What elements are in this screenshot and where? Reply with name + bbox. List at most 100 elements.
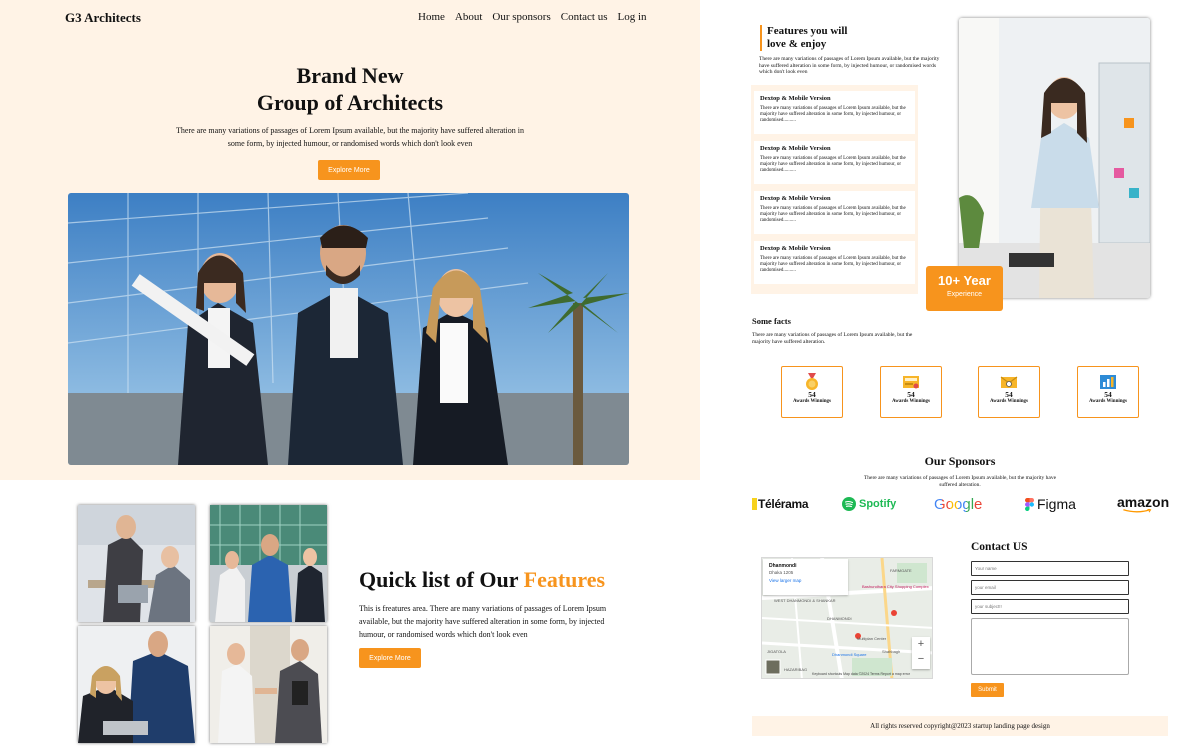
spotify-icon bbox=[842, 497, 856, 511]
feature-card: Dextop & Mobile Version There are many v… bbox=[754, 241, 915, 284]
quick-explore-button[interactable]: Explore More bbox=[359, 648, 421, 668]
award-label: Awards Winnings bbox=[990, 399, 1028, 404]
email-icon bbox=[1000, 376, 1018, 388]
feature-card-title: Dextop & Mobile Version bbox=[760, 245, 831, 252]
figma-logo-text: Figma bbox=[1037, 496, 1076, 512]
feature-card-text: There are many variations of passages of… bbox=[760, 206, 906, 223]
subject-field[interactable] bbox=[971, 599, 1129, 614]
certificate-icon bbox=[903, 376, 919, 389]
site-logo[interactable]: G3 Architects bbox=[65, 10, 141, 26]
hero-title: Brand New Group of Architects bbox=[0, 62, 700, 116]
map-label: Multiplan Center bbox=[857, 636, 887, 641]
amazon-smile-icon bbox=[1123, 509, 1152, 513]
google-logo-text: Google bbox=[934, 495, 983, 513]
facts-title: Some facts bbox=[752, 316, 791, 326]
hero-title-line1: Brand New bbox=[296, 63, 404, 88]
map-label: HAZARIBAG bbox=[784, 667, 807, 672]
telerama-logo-text: Télérama bbox=[758, 497, 809, 511]
name-field[interactable] bbox=[971, 561, 1129, 576]
submit-button[interactable]: Submit bbox=[971, 683, 1004, 697]
spotify-logo-text: Spotify bbox=[859, 498, 897, 510]
award-card: 54 Awards Winnings bbox=[978, 366, 1040, 418]
map-label: JIGATOLA bbox=[767, 649, 786, 654]
features-description: There are many variations of passages of… bbox=[759, 56, 940, 75]
zoom-in-icon[interactable]: + bbox=[912, 637, 930, 652]
nav-sponsors[interactable]: Our sponsors bbox=[492, 11, 550, 23]
map-label: WEST DHANMONDI & SHANKAR bbox=[774, 598, 836, 603]
map-label: Bashundhara City Shopping Complex bbox=[862, 584, 929, 589]
handshake-photo bbox=[210, 626, 327, 743]
map-label: Shahbagh bbox=[882, 649, 900, 654]
medal-icon bbox=[806, 373, 818, 390]
nav-login[interactable]: Log in bbox=[618, 11, 647, 23]
award-card: 54 Awards Winnings bbox=[1077, 366, 1139, 418]
nav-home[interactable]: Home bbox=[418, 11, 445, 23]
figma-icon bbox=[1025, 497, 1034, 511]
quick-list-title: Quick list of Our Features bbox=[359, 567, 605, 593]
zoom-out-icon[interactable]: − bbox=[912, 652, 930, 667]
map-attribution: Keyboard shortcuts Map data ©2024 Terms … bbox=[812, 672, 911, 676]
map-info-card: Dhanmondi Dhaka 1205 View larger map bbox=[763, 559, 848, 595]
feature-card-text: There are many variations of passages of… bbox=[760, 156, 906, 173]
contact-title: Contact US bbox=[971, 541, 1028, 553]
award-number: 54 bbox=[808, 390, 816, 399]
award-card: 54 Awards Winnings bbox=[781, 366, 843, 418]
feature-card-title: Dextop & Mobile Version bbox=[760, 195, 831, 202]
features-title-line1: Features you will bbox=[767, 25, 848, 37]
feature-card-title: Dextop & Mobile Version bbox=[760, 145, 831, 152]
feature-card-text: There are many variations of passages of… bbox=[760, 106, 906, 123]
email-field[interactable] bbox=[971, 580, 1129, 595]
hero-title-line2: Group of Architects bbox=[256, 90, 444, 115]
feature-card-title: Dextop & Mobile Version bbox=[760, 95, 831, 102]
award-number: 54 bbox=[1104, 390, 1112, 399]
message-field[interactable] bbox=[971, 618, 1129, 675]
award-label: Awards Winnings bbox=[892, 399, 930, 404]
experience-value: 10+ Year bbox=[938, 273, 991, 288]
map-address: Dhaka 1205 bbox=[769, 570, 794, 575]
feature-card-text: There are many variations of passages of… bbox=[760, 256, 906, 273]
nav-about[interactable]: About bbox=[455, 11, 483, 23]
hero-description: There are many variations of passages of… bbox=[176, 126, 524, 148]
award-card: 54 Awards Winnings bbox=[880, 366, 942, 418]
features-title-line2: love & enjoy bbox=[767, 38, 827, 50]
map-label: DHANMONDI bbox=[827, 616, 852, 621]
laptop-discussion-photo bbox=[78, 626, 195, 743]
feature-card: Dextop & Mobile Version There are many v… bbox=[754, 91, 915, 134]
quick-title-main: Quick list of Our bbox=[359, 567, 524, 592]
telerama-logo: Télérama bbox=[752, 495, 809, 513]
feature-card: Dextop & Mobile Version There are many v… bbox=[754, 191, 915, 234]
experience-label: Experience bbox=[946, 291, 983, 298]
award-number: 54 bbox=[1005, 390, 1013, 399]
feature-card: Dextop & Mobile Version There are many v… bbox=[754, 141, 915, 184]
office-meeting-photo bbox=[78, 505, 195, 622]
spotify-logo: Spotify bbox=[842, 495, 896, 513]
sponsors-description: There are many variations of passages of… bbox=[863, 475, 1057, 488]
amazon-logo: amazon bbox=[1117, 495, 1169, 513]
google-logo: Google bbox=[934, 495, 982, 513]
quick-title-accent: Features bbox=[523, 567, 606, 592]
award-label: Awards Winnings bbox=[1089, 399, 1127, 404]
amazon-logo-text: amazon bbox=[1117, 494, 1170, 510]
team-outdoor-photo bbox=[210, 505, 327, 622]
sponsors-title: Our Sponsors bbox=[924, 454, 996, 468]
map-label: Dhanmondi Square bbox=[832, 652, 867, 657]
main-nav: Home About Our sponsors Contact us Log i… bbox=[418, 11, 647, 23]
award-number: 54 bbox=[907, 390, 915, 399]
chart-icon bbox=[1100, 375, 1116, 389]
businesswoman-photo bbox=[959, 18, 1150, 298]
hero-explore-button[interactable]: Explore More bbox=[318, 160, 380, 180]
quick-list-description: This is freatures area. There are many v… bbox=[359, 604, 607, 639]
features-title: Features you will love & enjoy bbox=[760, 25, 847, 51]
hero-team-photo bbox=[68, 193, 629, 465]
map-label: FARMGATE bbox=[890, 568, 912, 573]
map-larger-link[interactable]: View larger map bbox=[769, 578, 842, 583]
facts-description: There are many variations of passages of… bbox=[752, 332, 913, 345]
hero-section: G3 Architects Home About Our sponsors Co… bbox=[0, 0, 700, 480]
page-footer: All rights reserved copyright@2023 start… bbox=[752, 716, 1168, 736]
nav-contact[interactable]: Contact us bbox=[561, 11, 608, 23]
award-label: Awards Winnings bbox=[793, 399, 831, 404]
map-place-name: Dhanmondi bbox=[769, 563, 797, 569]
experience-badge: 10+ Year Experience bbox=[926, 266, 1003, 311]
figma-logo: Figma bbox=[1025, 495, 1076, 513]
map-zoom-control: + − bbox=[912, 637, 930, 669]
